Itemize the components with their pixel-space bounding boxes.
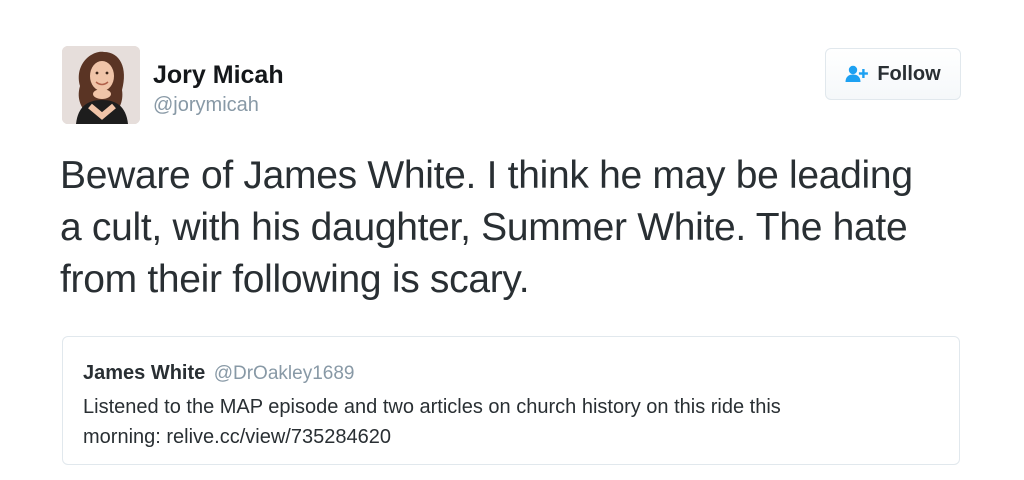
quoted-text-line: Listened to the MAP episode and two arti… [83,396,781,418]
quoted-text-line: morning: relive.cc/view/735284620 [83,426,391,448]
quoted-author-name: James White [83,362,206,384]
follow-button-label: Follow [877,63,941,85]
follow-button[interactable]: Follow [825,48,961,100]
avatar[interactable] [62,46,140,124]
avatar-photo [62,46,140,124]
tweet-text-line: a cult, with his daughter, Summer White.… [60,206,908,249]
tweet-text-line: from their following is scary. [60,258,530,301]
tweet-card: Jory Micah @jorymicah Follow Beware of J… [0,0,1024,480]
quoted-tweet[interactable]: James White @DrOakley1689 Listened to th… [62,336,960,465]
author-handle[interactable]: @jorymicah [153,93,259,117]
tweet-text: Beware of James White. I think he may be… [60,150,980,306]
tweet-text-line: Beware of James White. I think he may be… [60,154,913,197]
author-name[interactable]: Jory Micah [153,60,284,90]
quoted-tweet-text: Listened to the MAP episode and two arti… [83,392,943,452]
quoted-tweet-header: James White @DrOakley1689 [83,361,354,387]
add-user-icon [845,64,869,84]
quoted-author-handle: @DrOakley1689 [213,363,355,384]
